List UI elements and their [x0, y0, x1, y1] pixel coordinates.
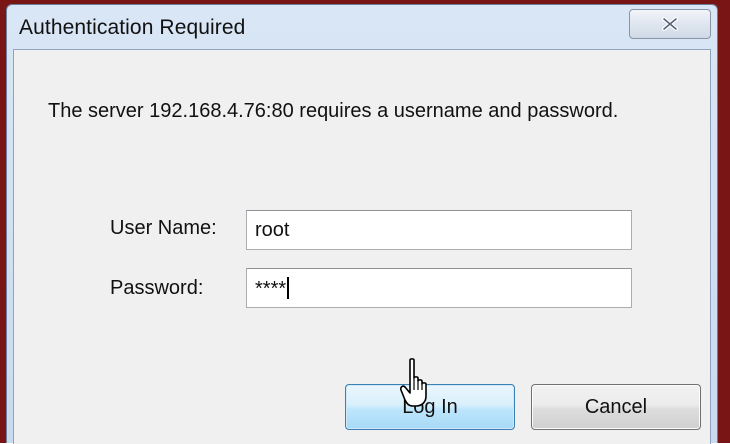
password-field[interactable]: **** — [246, 268, 632, 308]
text-caret — [287, 277, 290, 299]
dialog-body: The server 192.168.4.76:80 requires a us… — [13, 49, 711, 444]
close-button[interactable] — [629, 9, 711, 39]
username-value: root — [255, 219, 290, 241]
username-field[interactable]: root — [246, 210, 632, 250]
auth-dialog-window: Authentication Required The server 192.1… — [6, 4, 718, 444]
cancel-button[interactable]: Cancel — [531, 384, 701, 430]
username-label: User Name: — [110, 217, 217, 239]
dialog-title: Authentication Required — [19, 16, 246, 39]
cancel-button-label: Cancel — [584, 395, 648, 418]
close-icon — [662, 17, 678, 31]
auth-message: The server 192.168.4.76:80 requires a us… — [48, 100, 619, 122]
hand-pointer-cursor-icon — [400, 358, 427, 407]
password-label: Password: — [110, 277, 204, 299]
dialog-titlebar: Authentication Required — [7, 5, 717, 55]
password-value: **** — [255, 278, 287, 300]
